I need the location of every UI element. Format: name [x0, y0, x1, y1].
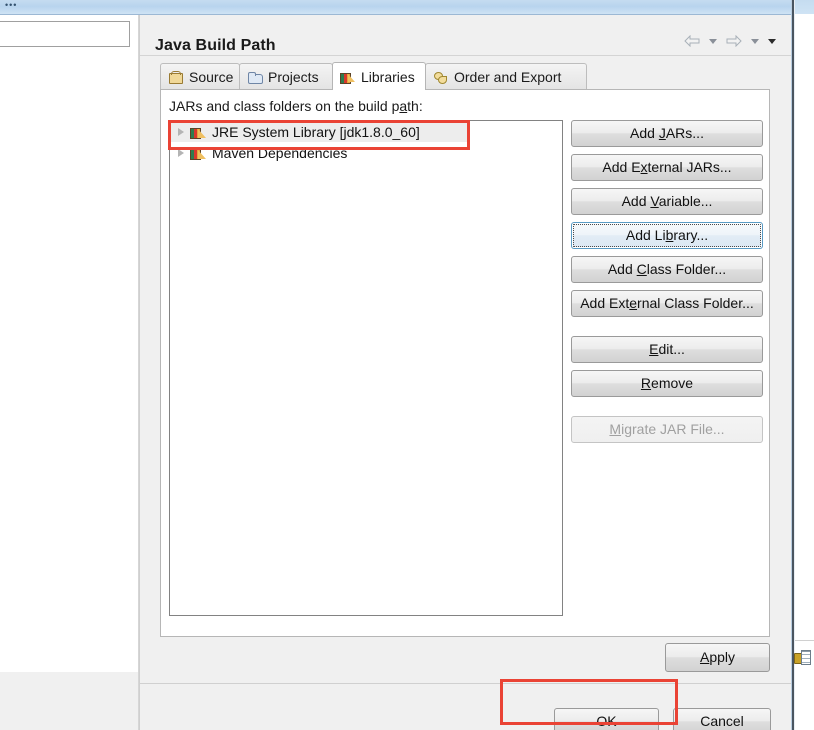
tree-item-label: Maven Dependencies — [212, 144, 348, 161]
java-build-path-dialog: Java Build Path Source Projects Librarie… — [139, 15, 791, 730]
library-actions-column: Add JARs... Add External JARs... Add Var… — [571, 120, 763, 450]
apply-button[interactable]: Apply — [665, 643, 770, 672]
edit-button[interactable]: Edit... — [571, 336, 763, 363]
library-books-icon — [190, 125, 207, 139]
forward-history-dropdown[interactable] — [748, 31, 762, 51]
window-border — [791, 0, 795, 730]
window-right-edge — [791, 0, 814, 730]
button-group-separator — [571, 404, 763, 416]
add-jars-button[interactable]: Add JARs... — [571, 120, 763, 147]
add-variable-button[interactable]: Add Variable... — [571, 188, 763, 215]
tabstrip: Source Projects Libraries Order and Expo… — [160, 62, 770, 90]
chevron-down-icon — [709, 38, 717, 44]
panel-description: JARs and class folders on the build path… — [169, 98, 423, 114]
order-export-icon — [433, 70, 449, 84]
remove-button[interactable]: Remove — [571, 370, 763, 397]
tab-source[interactable]: Source — [160, 63, 240, 89]
source-package-icon — [168, 70, 184, 84]
folder-icon — [247, 70, 263, 84]
properties-left-pane-footer — [0, 672, 139, 730]
add-class-folder-button[interactable]: Add Class Folder... — [571, 256, 763, 283]
build-path-tree[interactable]: JRE System Library [jdk1.8.0_60] Maven D… — [169, 120, 563, 616]
page-title: Java Build Path — [155, 37, 276, 54]
back-button[interactable] — [681, 31, 703, 51]
tab-projects[interactable]: Projects — [239, 63, 333, 89]
filter-input[interactable] — [0, 21, 130, 47]
tab-libraries[interactable]: Libraries — [332, 62, 426, 90]
ok-button[interactable]: OK — [554, 708, 659, 730]
tab-libraries-label: Libraries — [361, 68, 415, 85]
dialog-header: Java Build Path — [140, 15, 791, 56]
forward-button[interactable] — [723, 31, 745, 51]
forward-arrow-icon — [726, 35, 742, 47]
view-menu-dropdown[interactable] — [765, 31, 779, 51]
apply-row: Apply — [160, 643, 770, 673]
library-books-icon — [340, 70, 356, 84]
library-books-icon — [190, 146, 207, 160]
tab-order-and-export-label: Order and Export — [454, 68, 562, 85]
navigation-controls — [681, 31, 779, 51]
add-library-button[interactable]: Add Library... — [571, 222, 763, 249]
tree-item-label: JRE System Library [jdk1.8.0_60] — [212, 123, 420, 140]
migrate-jar-file-button: Migrate JAR File... — [571, 416, 763, 443]
tab-source-label: Source — [189, 68, 234, 85]
properties-left-pane — [0, 15, 139, 672]
add-external-class-folder-button[interactable]: Add External Class Folder... — [571, 290, 763, 317]
lock-table-icon[interactable] — [794, 650, 811, 665]
back-arrow-icon — [684, 35, 700, 47]
window-right-titlebar — [795, 0, 814, 14]
expand-triangle-icon[interactable] — [178, 148, 184, 157]
table-row[interactable]: Maven Dependencies — [170, 142, 562, 163]
tab-projects-label: Projects — [268, 68, 319, 85]
screen-root: ••• Java Build Path Source Projects Libr… — [0, 0, 814, 730]
os-titlebar-dots: ••• — [5, 0, 18, 10]
add-external-jars-button[interactable]: Add External JARs... — [571, 154, 763, 181]
dialog-footer: OK Cancel — [140, 684, 791, 730]
panel-description-text: JARs and class folders on the build path… — [169, 98, 423, 114]
table-row[interactable]: JRE System Library [jdk1.8.0_60] — [170, 121, 470, 142]
button-group-separator — [571, 324, 763, 336]
os-titlebar: ••• — [0, 0, 814, 15]
libraries-tab-panel: JARs and class folders on the build path… — [160, 89, 770, 637]
chevron-down-filled-icon — [768, 38, 776, 44]
back-history-dropdown[interactable] — [706, 31, 720, 51]
tab-order-and-export[interactable]: Order and Export — [425, 63, 587, 89]
cancel-button[interactable]: Cancel — [673, 708, 771, 730]
tray-divider — [795, 640, 814, 641]
expand-triangle-icon[interactable] — [178, 127, 184, 136]
chevron-down-icon — [751, 38, 759, 44]
